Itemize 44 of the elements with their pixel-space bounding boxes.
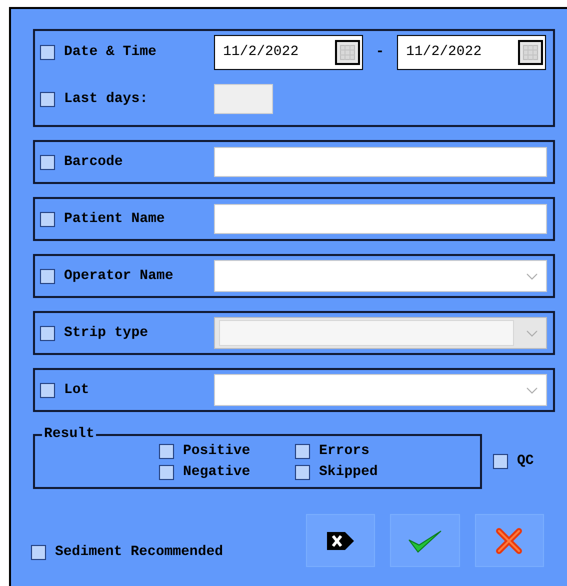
chevron-down-icon [526, 272, 538, 280]
checkbox[interactable] [31, 545, 46, 560]
checkbox-label: Sediment Recommended [55, 543, 224, 562]
text-input-field[interactable] [214, 204, 547, 234]
checkbox[interactable] [493, 454, 508, 469]
checkbox[interactable] [159, 464, 174, 480]
checkbox-label: QC [517, 452, 534, 471]
dropdown-field[interactable] [214, 260, 547, 292]
checkbox-label: Errors [319, 442, 370, 460]
checkbox[interactable] [295, 444, 310, 458]
calendar-icon [523, 45, 538, 60]
checkbox[interactable] [40, 212, 55, 226]
checkbox-label: Last days: [64, 90, 148, 108]
checkbox-label: Barcode [64, 152, 123, 172]
calendar-button[interactable] [335, 40, 360, 65]
checkmark-icon [408, 528, 442, 554]
checkbox[interactable] [159, 444, 174, 458]
chevron-down-icon [526, 330, 538, 336]
chevron-down-icon [526, 386, 538, 394]
calendar-icon [340, 45, 355, 60]
checkbox-label: Strip type [64, 324, 148, 342]
date-field[interactable]: 11/2/2022 [214, 35, 363, 70]
checkbox-label: Lot [64, 380, 90, 400]
checkbox[interactable] [40, 154, 55, 170]
checkbox-label: Skipped [319, 462, 378, 482]
date-field[interactable]: 11/2/2022 [397, 35, 546, 70]
checkbox-label: Date & Time [64, 43, 156, 62]
dropdown-field[interactable] [214, 374, 547, 406]
checkbox-label: Positive [183, 442, 250, 460]
checkbox[interactable] [40, 382, 55, 398]
checkbox-label: Operator Name [64, 266, 174, 286]
checkbox-label: Patient Name [64, 210, 165, 228]
checkbox[interactable] [40, 45, 55, 60]
checkbox-label: Negative [183, 462, 250, 482]
calendar-button[interactable] [518, 40, 543, 65]
text-input-field[interactable] [214, 147, 547, 177]
checkbox[interactable] [40, 92, 55, 106]
days-input-field[interactable] [214, 84, 273, 114]
checkbox[interactable] [295, 464, 310, 480]
close-icon [495, 526, 524, 554]
checkbox[interactable] [40, 268, 55, 284]
date-separator: - [374, 43, 386, 62]
clear-icon [325, 530, 356, 552]
clear-button[interactable] [306, 514, 376, 567]
